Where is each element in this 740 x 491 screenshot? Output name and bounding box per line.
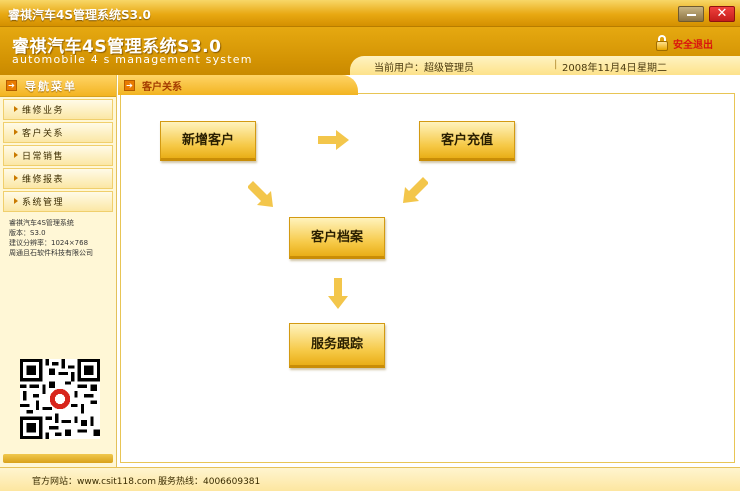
triangle-right-icon bbox=[14, 129, 18, 135]
sidebar-item-repair[interactable]: 维修业务 bbox=[3, 99, 113, 120]
breadcrumb: ➔ 客户关系 bbox=[118, 75, 358, 95]
sidebar-item-customer[interactable]: 客户关系 bbox=[3, 122, 113, 143]
service-tracking-button[interactable]: 服务跟踪 bbox=[289, 323, 385, 368]
sidebar-item-label: 维修报表 bbox=[22, 175, 65, 185]
sidebar-item-reports[interactable]: 维修报表 bbox=[3, 168, 113, 189]
nav-menu-header: ➔ 导航菜单 bbox=[0, 75, 116, 97]
sidebar-item-sales[interactable]: 日常销售 bbox=[3, 145, 113, 166]
sidebar-item-label: 客户关系 bbox=[22, 129, 65, 139]
close-icon[interactable]: ✕ bbox=[709, 6, 735, 22]
arrow-right-icon: ➔ bbox=[6, 80, 17, 91]
system-info-company: 周通且石软件科技有限公司 bbox=[9, 249, 93, 257]
new-customer-button[interactable]: 新增客户 bbox=[160, 121, 256, 161]
current-user: 当前用户：超级管理员 bbox=[374, 63, 474, 74]
status-footer: 官方网站：www.csit118.com 服务热线：4006609381 bbox=[0, 467, 740, 491]
qr-code-icon bbox=[20, 359, 100, 439]
current-weekday: 星期二 bbox=[637, 63, 667, 74]
sidebar-footer-bar bbox=[3, 454, 113, 463]
sidebar-item-label: 日常销售 bbox=[22, 152, 65, 162]
sidebar-item-system[interactable]: 系统管理 bbox=[3, 191, 113, 212]
triangle-right-icon bbox=[14, 106, 18, 112]
nav-menu-title: 导航菜单 bbox=[25, 79, 77, 93]
info-separator: | bbox=[554, 59, 558, 70]
system-info: 睿祺汽车4S管理系统 版本：S3.0 建议分辨率：1024×768 周通且石软件… bbox=[0, 212, 116, 258]
minimize-icon[interactable] bbox=[678, 6, 704, 22]
logout-label: 安全退出 bbox=[673, 39, 713, 51]
customer-archive-button[interactable]: 客户档案 bbox=[289, 217, 385, 259]
breadcrumb-label: 客户关系 bbox=[142, 81, 182, 93]
logout-button[interactable]: 安全退出 bbox=[655, 34, 713, 52]
sidebar-item-label: 系统管理 bbox=[22, 198, 65, 208]
arrow-right-icon bbox=[318, 130, 349, 150]
system-info-version: 版本：S3.0 bbox=[9, 229, 46, 237]
arrow-right-icon: ➔ bbox=[124, 79, 135, 91]
title-bar: 睿祺汽车4S管理系统S3.0 ✕ bbox=[0, 0, 740, 27]
official-website: 官方网站：www.csit118.com bbox=[32, 477, 157, 487]
customer-recharge-button[interactable]: 客户充值 bbox=[419, 121, 515, 161]
arrow-down-right-icon bbox=[248, 181, 273, 207]
sidebar: ➔ 导航菜单 维修业务 客户关系 日常销售 维修报表 系统管理 睿祺汽车4S管理… bbox=[0, 75, 117, 467]
triangle-right-icon bbox=[14, 198, 18, 204]
lock-icon bbox=[655, 35, 669, 51]
triangle-right-icon bbox=[14, 152, 18, 158]
current-date: 2008年11月4日 bbox=[562, 63, 637, 74]
app-brand-english: automobile 4 s management system bbox=[12, 53, 253, 66]
window-title: 睿祺汽车4S管理系统S3.0 bbox=[8, 8, 151, 22]
system-info-name: 睿祺汽车4S管理系统 bbox=[9, 219, 74, 227]
triangle-right-icon bbox=[14, 175, 18, 181]
arrow-down-icon bbox=[328, 278, 348, 309]
sidebar-item-label: 维修业务 bbox=[22, 106, 65, 116]
system-info-resolution: 建议分辨率：1024×768 bbox=[9, 239, 89, 247]
service-hotline: 服务热线：4006609381 bbox=[158, 477, 261, 487]
arrow-down-left-icon bbox=[403, 177, 428, 203]
user-info-bar: 当前用户：超级管理员 | 2008年11月4日 星期二 bbox=[350, 56, 740, 75]
